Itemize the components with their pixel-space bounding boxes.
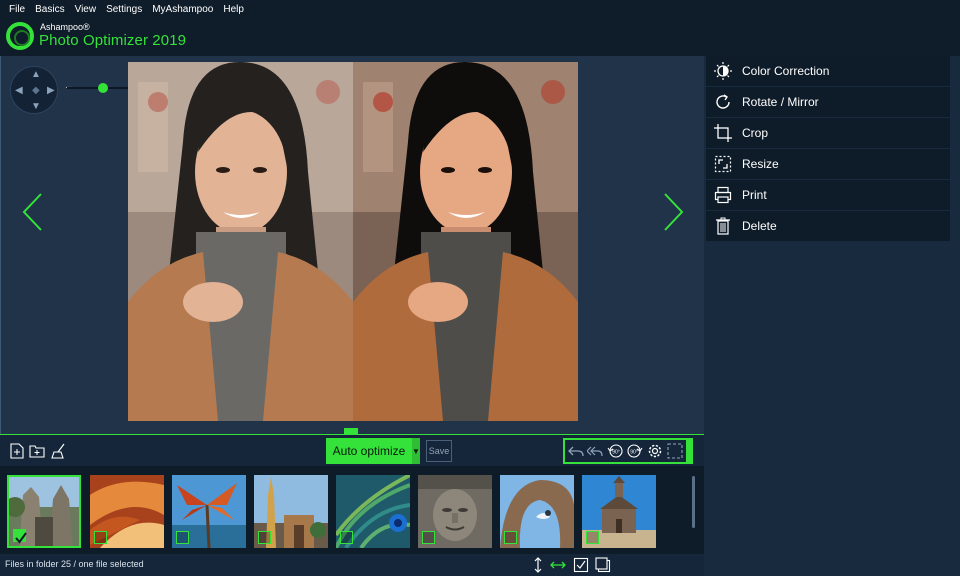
menu-bar: File Basics View Settings MyAshampoo Hel… (4, 3, 249, 17)
add-file-icon[interactable] (9, 443, 25, 459)
image-viewer: ▲ ▼ ◀ ▶ ◆ – (0, 56, 704, 434)
tool-label: Crop (742, 126, 769, 140)
undo-all-icon[interactable] (587, 443, 603, 459)
thumbnail-chapel[interactable] (582, 475, 656, 548)
auto-optimize-dropdown[interactable]: ▼ (412, 438, 420, 464)
fullscreen-icon[interactable] (667, 443, 683, 459)
save-button[interactable]: Save (426, 440, 452, 462)
tool-color-correction[interactable]: Color Correction (706, 56, 950, 86)
pan-down-icon[interactable]: ▼ (31, 101, 41, 112)
settings-gear-icon[interactable] (647, 443, 663, 459)
pan-navigator[interactable]: ▲ ▼ ◀ ▶ ◆ (10, 66, 58, 114)
thumbnail-canyon[interactable] (90, 475, 164, 548)
menu-settings[interactable]: Settings (101, 3, 147, 17)
thumbnail-checkbox[interactable] (94, 531, 107, 544)
thumbnail-strip (0, 466, 704, 554)
tool-label: Rotate / Mirror (742, 95, 819, 109)
select-all-icon[interactable] (573, 557, 589, 573)
brand-company: Ashampoo® (40, 22, 90, 32)
thumbnail-checkbox[interactable] (504, 531, 517, 544)
pan-left-icon[interactable]: ◀ (15, 85, 23, 96)
color-correction-icon (713, 61, 733, 81)
clear-list-icon[interactable] (51, 443, 67, 459)
thumbnail-pagoda-city[interactable] (254, 475, 328, 548)
tools-panel: Color Correction Rotate / Mirror Crop Re… (704, 56, 960, 576)
checkmark-icon (15, 532, 27, 544)
svg-text:90°: 90° (630, 450, 638, 456)
thumbnail-checkbox[interactable] (258, 531, 271, 544)
tool-group-dropdown[interactable] (687, 438, 693, 464)
rotate-left-90-icon[interactable]: 90° (607, 443, 623, 459)
menu-myashampoo[interactable]: MyAshampoo (147, 3, 218, 17)
status-bar: Files in folder 25 / one file selected (0, 554, 704, 576)
original-photo (128, 62, 353, 421)
pan-right-icon[interactable]: ▶ (47, 85, 55, 96)
rotate-right-90-icon[interactable]: 90° (627, 443, 643, 459)
menu-basics[interactable]: Basics (30, 3, 69, 17)
tool-print[interactable]: Print (706, 180, 950, 210)
deselect-all-icon[interactable] (595, 557, 611, 573)
auto-optimize-button[interactable]: Auto optimize (326, 438, 412, 464)
menu-file[interactable]: File (4, 3, 30, 17)
trash-icon (713, 216, 733, 236)
pan-up-icon[interactable]: ▲ (31, 69, 41, 80)
status-text: Files in folder 25 / one file selected (5, 559, 144, 569)
tool-rotate-mirror[interactable]: Rotate / Mirror (706, 87, 950, 117)
tool-resize[interactable]: Resize (706, 149, 950, 179)
svg-text:90°: 90° (612, 450, 620, 456)
print-icon (713, 185, 733, 205)
previous-image-icon[interactable] (21, 192, 43, 232)
pan-center-icon[interactable]: ◆ (32, 85, 40, 96)
edit-tool-group: 90° 90° (563, 438, 688, 464)
tool-label: Resize (742, 157, 779, 171)
crop-icon (713, 123, 733, 143)
thumbnail-checkbox[interactable] (340, 531, 353, 544)
zoom-slider-handle[interactable] (98, 83, 108, 93)
rotate-mirror-icon (713, 92, 733, 112)
tool-crop[interactable]: Crop (706, 118, 950, 148)
app-header: File Basics View Settings MyAshampoo Hel… (0, 0, 960, 56)
thumbnail-tree-arch-bird[interactable] (500, 475, 574, 548)
resize-icon (713, 154, 733, 174)
strip-scrollbar[interactable] (692, 476, 695, 528)
thumbnail-checkbox[interactable] (586, 531, 599, 544)
next-image-icon[interactable] (663, 192, 685, 232)
tool-label: Delete (742, 219, 777, 233)
optimized-photo (353, 62, 578, 421)
thumbnail-tropical-plant[interactable] (172, 475, 246, 548)
vertical-layout-icon[interactable] (530, 557, 546, 573)
thumbnail-checkbox[interactable] (176, 531, 189, 544)
horizontal-layout-icon[interactable] (550, 557, 566, 573)
thumbnail-peacock-feathers[interactable] (336, 475, 410, 548)
tool-delete[interactable]: Delete (706, 211, 950, 241)
menu-view[interactable]: View (70, 3, 102, 17)
thumbnail-stone-face[interactable] (418, 475, 492, 548)
app-logo (6, 22, 34, 50)
menu-help[interactable]: Help (218, 3, 249, 17)
add-folder-icon[interactable] (29, 443, 45, 459)
tool-label: Color Correction (742, 64, 830, 78)
thumbnail-checkbox[interactable] (422, 531, 435, 544)
bottom-toolbar: Auto optimize ▼ Save 90° 90° (0, 434, 704, 466)
tool-label: Print (742, 188, 767, 202)
undo-icon[interactable] (568, 443, 584, 459)
app-title: Photo Optimizer 2019 (39, 32, 187, 49)
